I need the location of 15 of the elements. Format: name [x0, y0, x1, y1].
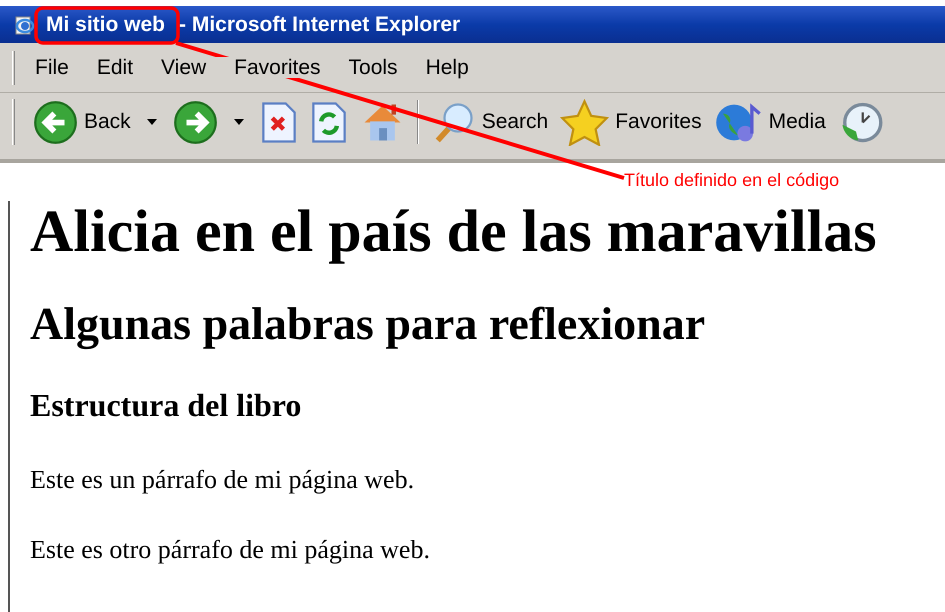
annotation-label: Título definido en el código [624, 171, 840, 189]
page-subheading: Algunas palabras para reflexionar [30, 301, 706, 347]
section-heading: Estructura del libro [30, 389, 302, 421]
search-button[interactable]: Search [428, 98, 550, 146]
media-button[interactable]: Media [712, 98, 828, 146]
window-title: Mi sitio web [46, 14, 166, 35]
paragraph: Este es otro párrafo de mi página web. [30, 537, 431, 563]
favorites-button[interactable]: Favorites [558, 98, 704, 146]
refresh-icon [310, 100, 348, 144]
stop-icon [260, 100, 298, 144]
star-icon [560, 98, 610, 146]
window-title: - Microsoft Internet Explorer [179, 14, 460, 35]
paragraph: Este es un párrafo de mi página web. [30, 467, 416, 493]
back-button[interactable]: Back [31, 98, 133, 146]
browser-icon [14, 14, 36, 36]
